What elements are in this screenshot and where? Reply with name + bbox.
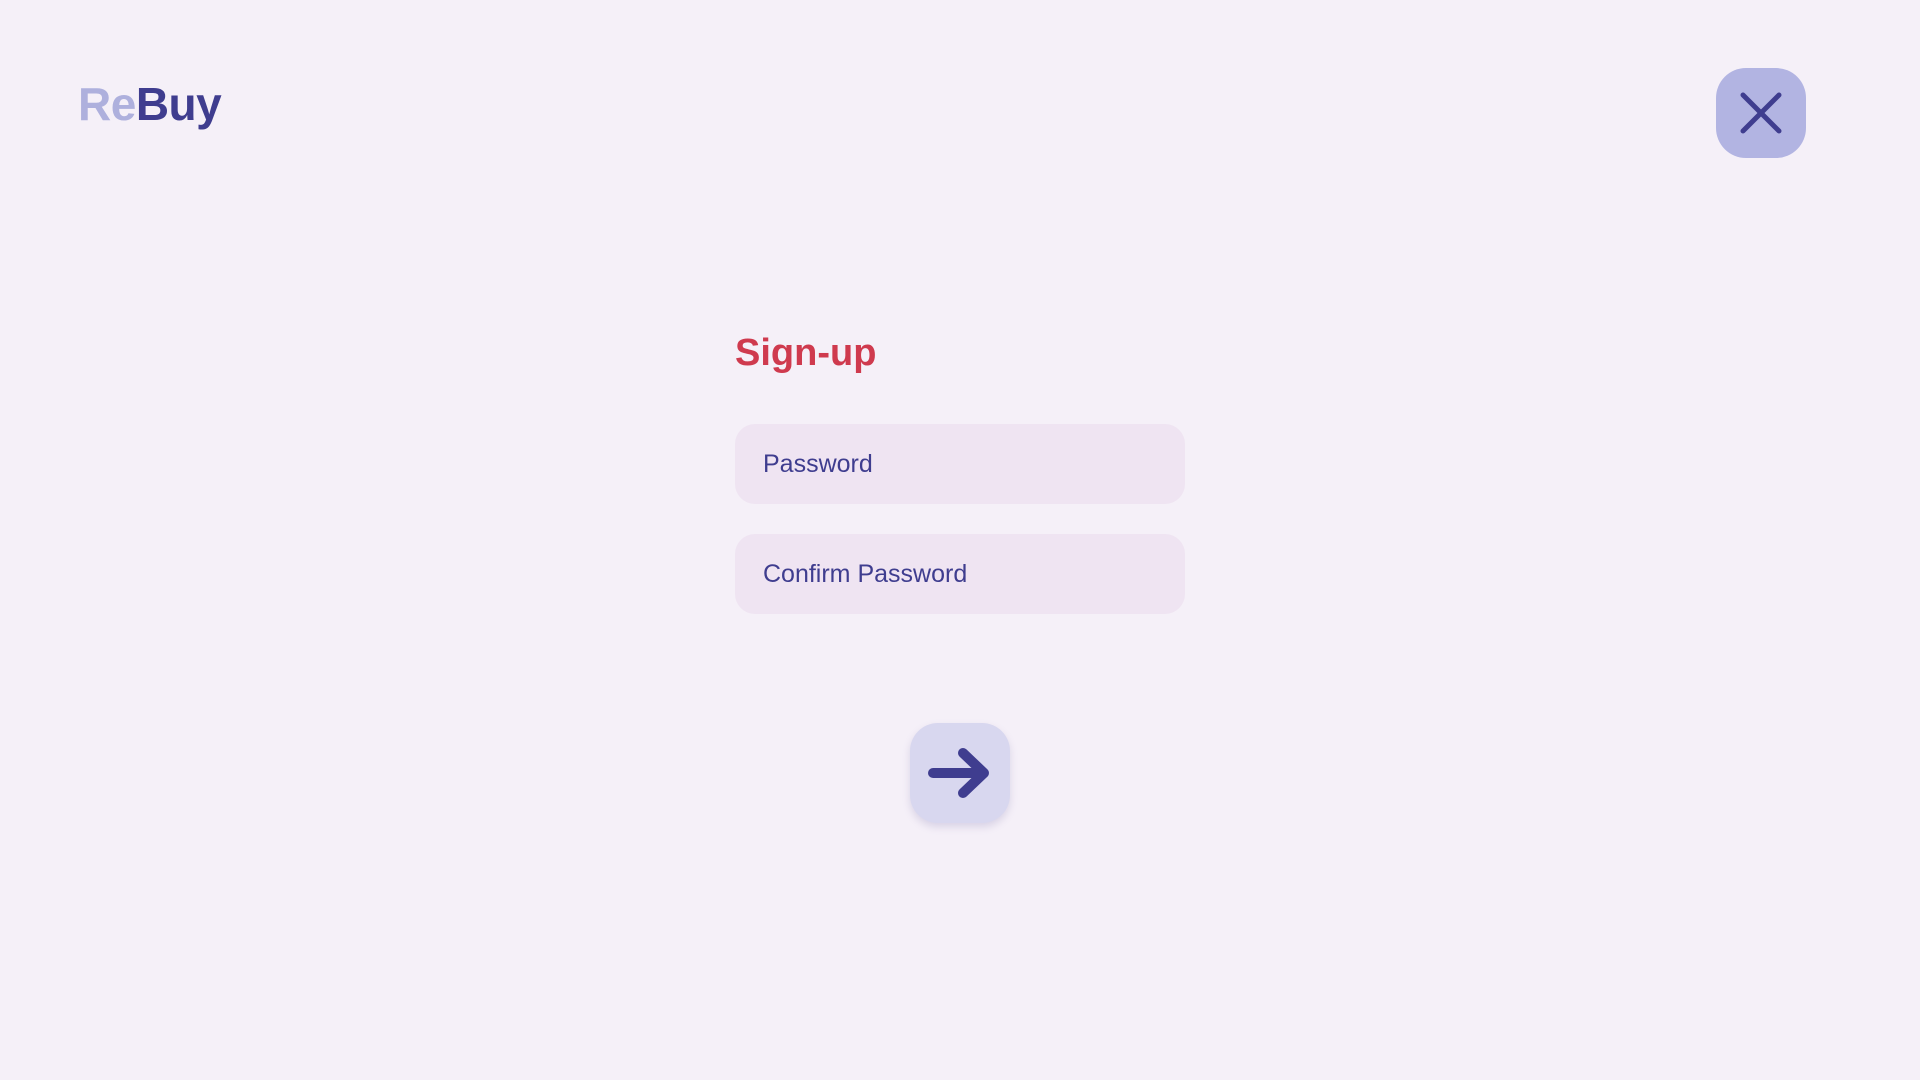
confirm-password-placeholder: Confirm Password (763, 559, 968, 588)
password-field[interactable]: Password (735, 424, 1185, 504)
submit-button[interactable] (910, 723, 1010, 823)
logo-prefix: Re (78, 78, 136, 130)
logo: ReBuy (78, 74, 222, 134)
confirm-password-field[interactable]: Confirm Password (735, 534, 1185, 614)
close-icon (1740, 92, 1782, 134)
password-placeholder: Password (763, 449, 873, 478)
close-button[interactable] (1716, 68, 1806, 158)
logo-suffix: Buy (135, 78, 222, 130)
form-title: Sign-up (735, 332, 877, 374)
arrow-right-icon (928, 748, 989, 798)
